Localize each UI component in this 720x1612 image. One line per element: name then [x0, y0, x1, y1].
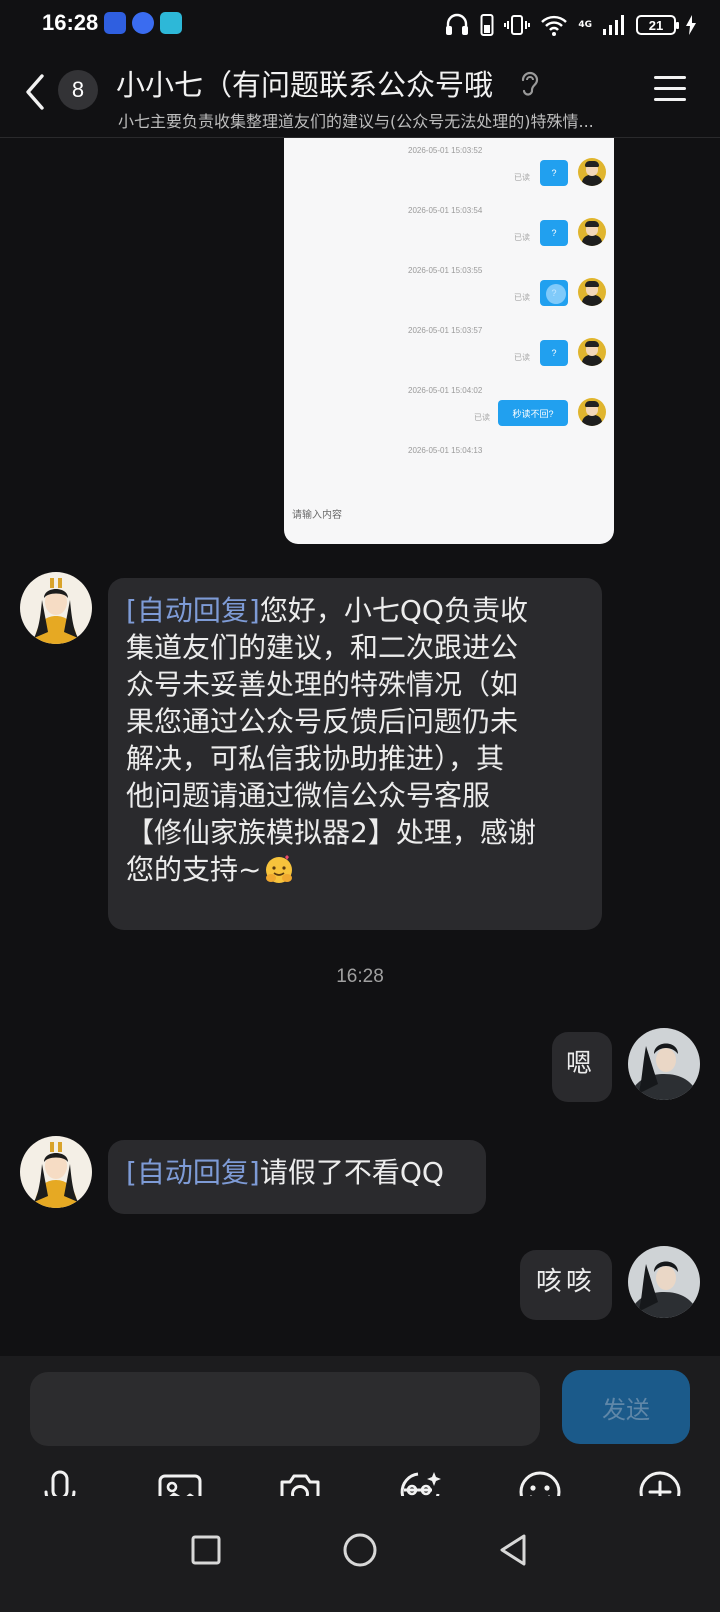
message-text: 您的支持~	[126, 853, 262, 886]
unread-badge[interactable]: 8	[58, 70, 98, 110]
outgoing-message-bubble[interactable]: 嗯	[552, 1032, 612, 1102]
triangle-back-icon[interactable]	[494, 1530, 534, 1570]
shot-message-row: 已读 ?	[284, 214, 614, 274]
headset-icon	[446, 13, 469, 35]
message-text: 【修仙家族模拟器2】处理，感谢	[126, 816, 536, 849]
shot-avatar	[578, 218, 606, 246]
back-icon[interactable]	[20, 70, 50, 114]
system-nav-bar	[0, 1496, 720, 1612]
shot-bubble: ?	[540, 340, 568, 366]
network-type: 4G	[578, 20, 592, 30]
shot-bubble: ?	[540, 160, 568, 186]
incoming-message-bubble[interactable]: [自动回复]您好，小七QQ负责收 集道友们的建议，和二次跟进公 众号未妥善处理的…	[108, 578, 602, 930]
contact-avatar[interactable]	[20, 572, 92, 644]
shot-read-status: 已读	[474, 413, 490, 422]
status-time: 16:28	[42, 10, 99, 35]
message-text: 众号未妥善处理的特殊情况（如	[126, 668, 519, 701]
auto-reply-tag: [自动回复]	[126, 1156, 260, 1189]
time-separator: 16:28	[336, 966, 384, 987]
touch-ripple	[546, 284, 566, 304]
user-avatar[interactable]	[628, 1028, 700, 1100]
shot-message-row: 已读 ?	[284, 154, 614, 214]
shot-input-placeholder: 请输入内容	[292, 510, 342, 521]
battery-indicator: 21	[636, 15, 679, 35]
message-input[interactable]	[30, 1372, 540, 1446]
shared-screenshot-image[interactable]: 2026-05-01 15:03:52 已读 ? 2026-05-01 15:0…	[284, 138, 614, 544]
vibrate-icon	[504, 15, 531, 35]
contact-avatar[interactable]	[20, 1136, 92, 1208]
shot-avatar	[578, 158, 606, 186]
message-text: 请假了不看QQ	[259, 1156, 444, 1189]
shot-message-row: 已读 秒读不回?	[284, 394, 614, 454]
shot-avatar	[578, 338, 606, 366]
message-text: 果您通过公众号反馈后问题仍未	[126, 705, 519, 738]
circle-icon[interactable]	[340, 1530, 380, 1570]
shot-message-row: 已读 ?	[284, 274, 614, 334]
auto-reply-tag: [自动回复]	[126, 594, 260, 627]
square-icon[interactable]	[186, 1530, 226, 1570]
message-text: 集道友们的建议，和二次跟进公	[126, 631, 519, 664]
shot-read-status: 已读	[514, 353, 530, 362]
shot-read-status: 已读	[514, 233, 530, 242]
shot-read-status: 已读	[514, 293, 530, 302]
shot-read-status: 已读	[514, 173, 530, 182]
wifi-icon	[541, 15, 568, 36]
message-text: 嗯	[566, 1049, 597, 1079]
status-bar: 16:28 4G 21	[0, 0, 720, 48]
message-text: 您好，小七QQ负责收	[259, 594, 528, 627]
shot-bubble: 秒读不回?	[498, 400, 568, 426]
reader-notification-icon	[160, 12, 182, 34]
status-icons: 4G 21	[444, 12, 696, 38]
chat-subtitle: 小七主要负责收集整理道友们的建议与(公众号无法处理的)特殊情...	[118, 112, 594, 131]
shot-timestamp: 2026-05-01 15:04:13	[408, 446, 483, 455]
browser-notification-icon	[132, 12, 154, 34]
message-text: 咳咳	[536, 1267, 597, 1297]
shot-message-row: 已读 ?	[284, 334, 614, 394]
message-text: 他问题请通过微信公众号客服	[126, 779, 491, 812]
shot-bubble: ?	[540, 220, 568, 246]
phone-battery-icon	[480, 14, 494, 36]
chat-header: 8 小小七（有问题联系公众号哦 小七主要负责收集整理道友们的建议与(公众号无法处…	[0, 48, 720, 138]
signal-icon	[603, 15, 624, 35]
send-button[interactable]: 发送	[562, 1370, 690, 1444]
user-avatar[interactable]	[628, 1246, 700, 1318]
chat-title[interactable]: 小小七（有问题联系公众号哦	[116, 62, 493, 104]
ear-icon	[521, 71, 539, 96]
charging-icon	[686, 15, 696, 35]
outgoing-message-bubble[interactable]: 咳咳	[520, 1250, 612, 1320]
shot-avatar	[578, 398, 606, 426]
hug-emoji-icon	[266, 855, 293, 883]
shot-avatar	[578, 278, 606, 306]
message-text: 解决，可私信我协助推进），其	[126, 742, 505, 775]
menu-icon[interactable]	[654, 76, 686, 102]
app-notification-icon	[104, 12, 126, 34]
incoming-message-bubble[interactable]: [自动回复]请假了不看QQ	[108, 1140, 486, 1214]
